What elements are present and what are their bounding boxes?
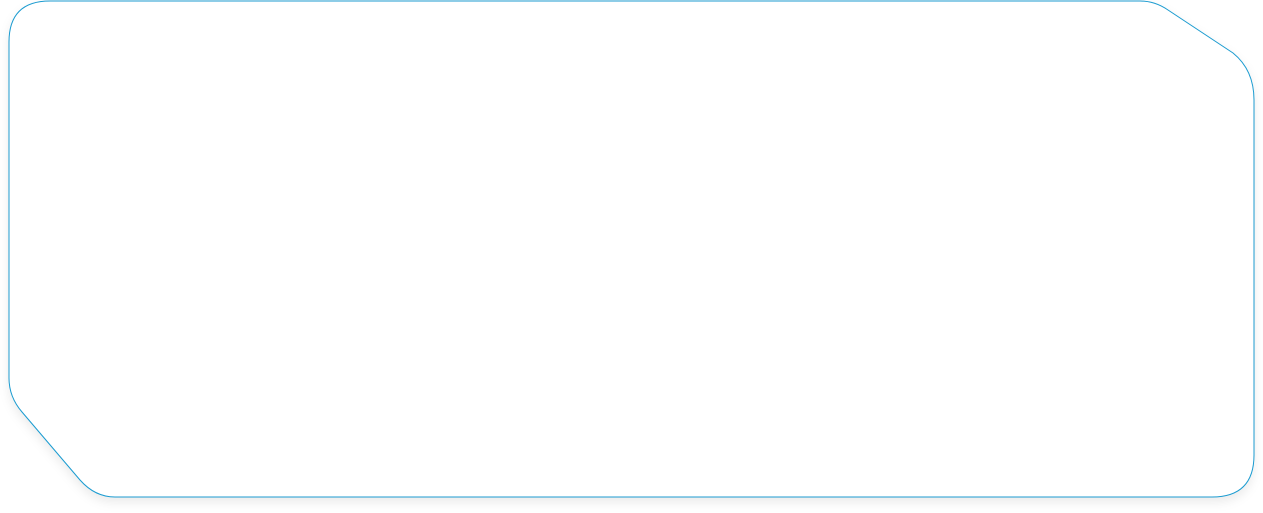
panel-content-area xyxy=(30,24,1230,474)
canvas xyxy=(0,0,1263,513)
